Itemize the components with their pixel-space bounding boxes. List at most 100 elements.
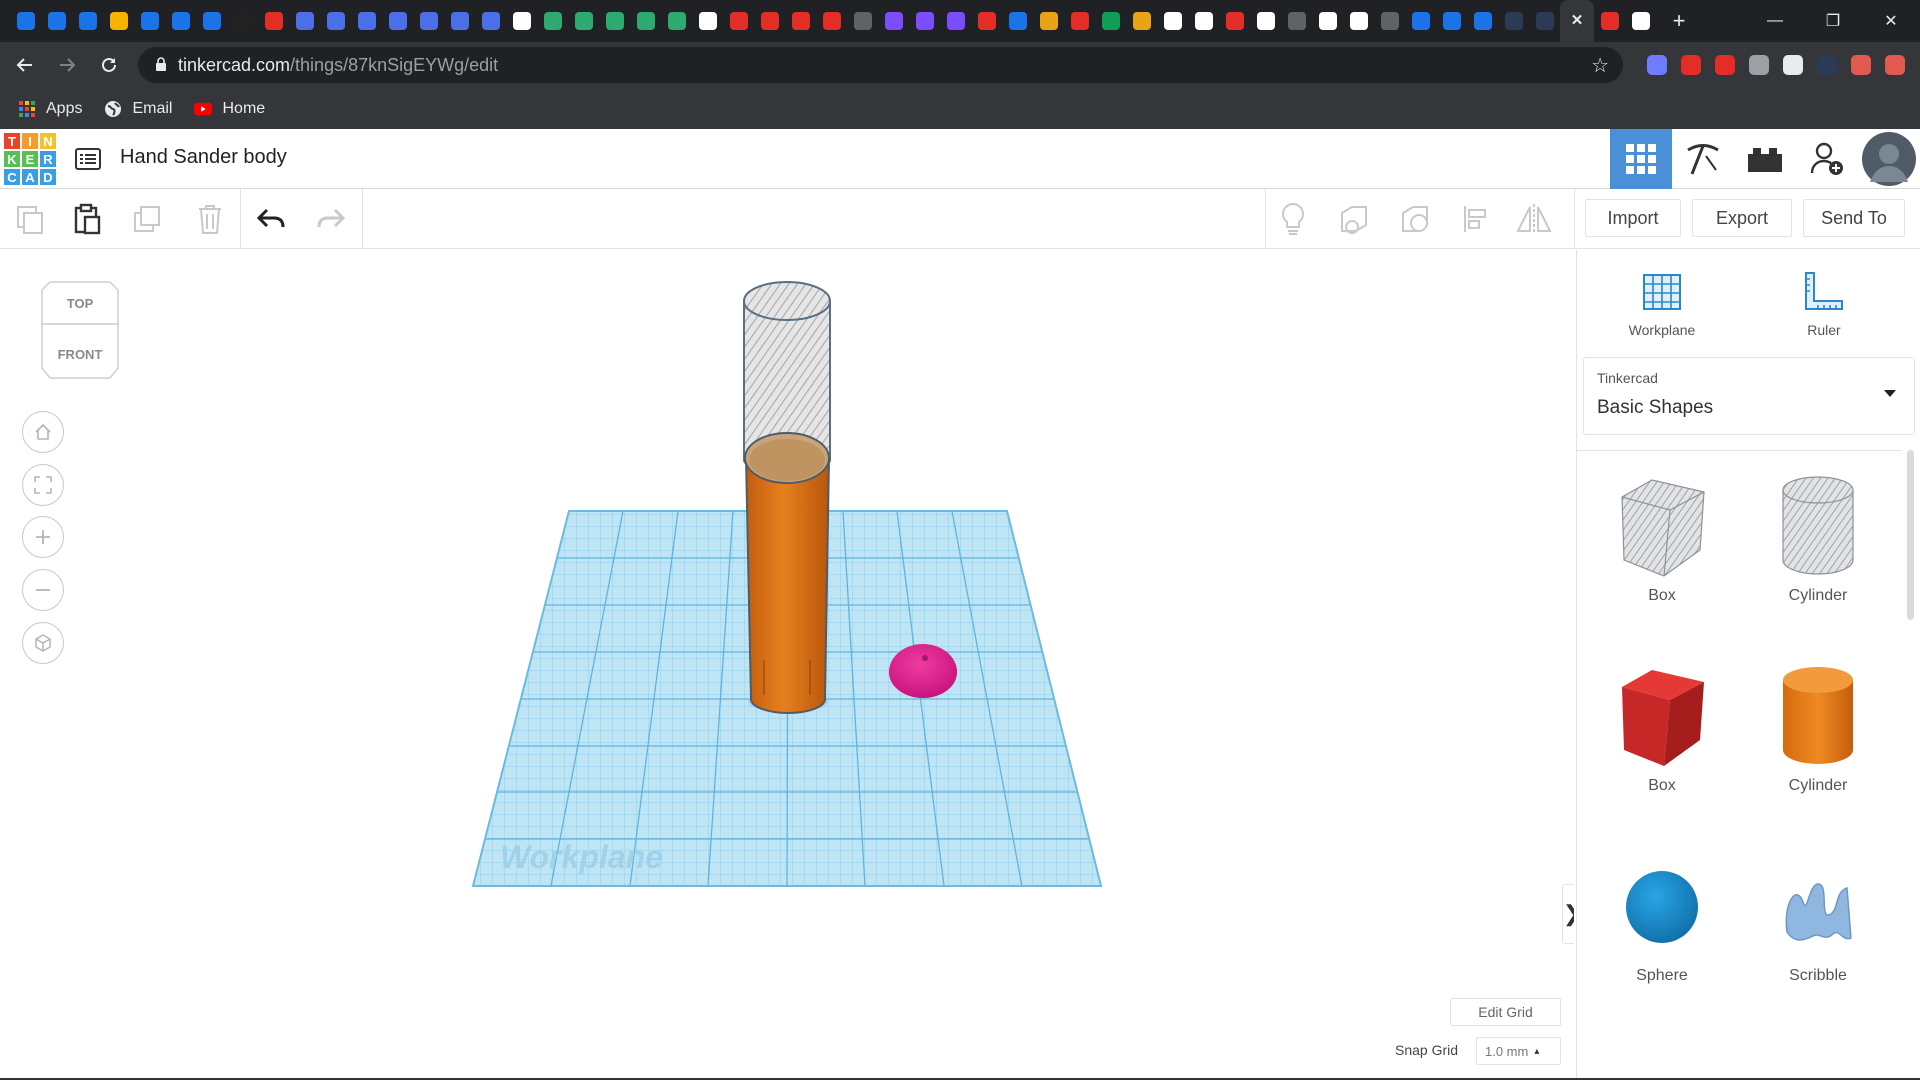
shape-library-dropdown[interactable]: Tinkercad Basic Shapes — [1583, 357, 1915, 435]
workplane-tool[interactable]: Workplane — [1607, 266, 1717, 338]
extension-button[interactable] — [1776, 48, 1810, 82]
3d-design-view-button[interactable] — [1610, 129, 1672, 189]
active-tab[interactable]: ✕ — [1560, 0, 1594, 42]
align-button[interactable] — [1456, 199, 1496, 239]
redo-button[interactable] — [310, 199, 350, 239]
group-button[interactable] — [1396, 199, 1436, 239]
notes-button[interactable] — [1273, 199, 1313, 239]
browser-tab[interactable] — [785, 0, 816, 42]
undo-button[interactable] — [252, 199, 292, 239]
orange-cylinder-object[interactable] — [744, 432, 831, 714]
import-button[interactable]: Import — [1585, 199, 1681, 237]
scene-canvas[interactable]: Workplane — [0, 250, 1574, 1080]
browser-tab[interactable] — [971, 0, 1002, 42]
zoom-out-button[interactable] — [22, 569, 64, 611]
reload-button[interactable] — [92, 48, 126, 82]
browser-tab[interactable] — [72, 0, 103, 42]
browser-tab[interactable] — [568, 0, 599, 42]
shape-cylinder-solid[interactable]: Cylinder — [1753, 657, 1883, 795]
browser-tab[interactable] — [599, 0, 630, 42]
browser-tab[interactable] — [1467, 0, 1498, 42]
extension-button[interactable] — [1844, 48, 1878, 82]
design-list-button[interactable] — [72, 143, 104, 175]
show-all-button[interactable] — [1335, 199, 1375, 239]
extension-button[interactable] — [1708, 48, 1742, 82]
browser-tab[interactable] — [816, 0, 847, 42]
browser-tab[interactable] — [630, 0, 661, 42]
browser-tab[interactable] — [1188, 0, 1219, 42]
copy-button[interactable] — [10, 199, 50, 239]
browser-tab[interactable] — [1033, 0, 1064, 42]
bookmark-apps[interactable]: Apps — [18, 100, 82, 118]
bricks-view-button[interactable] — [1734, 129, 1796, 189]
browser-tab[interactable] — [754, 0, 785, 42]
browser-tab[interactable] — [723, 0, 754, 42]
browser-tab[interactable] — [103, 0, 134, 42]
shape-scribble[interactable]: Scribble — [1753, 847, 1883, 985]
view-cube-front-label[interactable]: FRONT — [58, 347, 103, 362]
browser-tab[interactable] — [413, 0, 444, 42]
browser-tab[interactable] — [1529, 0, 1560, 42]
browser-tab[interactable] — [475, 0, 506, 42]
browser-tab[interactable] — [227, 0, 258, 42]
browser-tab[interactable] — [258, 0, 289, 42]
home-view-button[interactable] — [22, 411, 64, 453]
browser-tab[interactable] — [382, 0, 413, 42]
browser-tab[interactable] — [1219, 0, 1250, 42]
browser-tab[interactable] — [1095, 0, 1126, 42]
browser-tab[interactable] — [134, 0, 165, 42]
tinkercad-logo[interactable]: TINKERCAD — [3, 132, 57, 186]
browser-tab[interactable] — [940, 0, 971, 42]
view-cube-top-label[interactable]: TOP — [67, 296, 94, 311]
browser-tab[interactable] — [1374, 0, 1405, 42]
browser-tab[interactable] — [1436, 0, 1467, 42]
close-window-button[interactable]: ✕ — [1862, 0, 1920, 42]
invite-user-button[interactable] — [1796, 129, 1858, 189]
bookmark-star-icon[interactable]: ☆ — [1591, 53, 1609, 78]
new-tab-button[interactable]: + — [1662, 0, 1696, 42]
extension-button[interactable] — [1810, 48, 1844, 82]
browser-tab[interactable] — [909, 0, 940, 42]
perspective-toggle-button[interactable] — [22, 622, 64, 664]
user-avatar-button[interactable] — [1858, 129, 1920, 189]
panel-scrollbar[interactable] — [1907, 450, 1914, 620]
browser-tab[interactable] — [289, 0, 320, 42]
extension-button[interactable] — [1640, 48, 1674, 82]
browser-tab[interactable] — [41, 0, 72, 42]
export-button[interactable]: Export — [1692, 199, 1792, 237]
minimize-button[interactable]: — — [1746, 0, 1804, 42]
blocks-view-button[interactable] — [1672, 129, 1734, 189]
browser-tab[interactable] — [1002, 0, 1033, 42]
browser-tab[interactable] — [1405, 0, 1436, 42]
tab-close-icon[interactable]: ✕ — [1568, 12, 1586, 30]
shape-sphere[interactable]: Sphere — [1597, 847, 1727, 985]
extension-button[interactable] — [1674, 48, 1708, 82]
browser-tab[interactable] — [444, 0, 475, 42]
send-to-button[interactable]: Send To — [1803, 199, 1905, 237]
shape-cylinder-hole[interactable]: Cylinder — [1753, 467, 1883, 605]
browser-tab[interactable] — [1343, 0, 1374, 42]
design-title[interactable]: Hand Sander body — [120, 146, 287, 169]
bookmark-home[interactable]: Home — [194, 100, 265, 118]
extension-button[interactable] — [1878, 48, 1912, 82]
browser-tab[interactable] — [1157, 0, 1188, 42]
ruler-tool[interactable]: Ruler — [1769, 266, 1879, 338]
collapse-panel-button[interactable]: ❯ — [1562, 884, 1574, 944]
forward-button[interactable] — [50, 48, 84, 82]
snap-grid-select[interactable]: 1.0 mm ▴ — [1476, 1037, 1561, 1065]
delete-button[interactable] — [190, 199, 230, 239]
browser-tab[interactable] — [692, 0, 723, 42]
browser-tab[interactable] — [165, 0, 196, 42]
fit-view-button[interactable] — [22, 464, 64, 506]
browser-tab[interactable] — [537, 0, 568, 42]
browser-tab[interactable] — [320, 0, 351, 42]
browser-tab[interactable] — [1126, 0, 1157, 42]
browser-tab[interactable] — [1625, 0, 1656, 42]
3d-viewport[interactable]: Workplane TOP FRONT Edit Grid Snap Grid … — [0, 250, 1574, 1080]
browser-tab[interactable] — [1312, 0, 1343, 42]
edit-grid-button[interactable]: Edit Grid — [1450, 998, 1561, 1026]
browser-tab[interactable] — [1064, 0, 1095, 42]
browser-tab[interactable] — [1250, 0, 1281, 42]
shape-box-hole[interactable]: Box — [1597, 467, 1727, 605]
browser-tab[interactable] — [1281, 0, 1312, 42]
